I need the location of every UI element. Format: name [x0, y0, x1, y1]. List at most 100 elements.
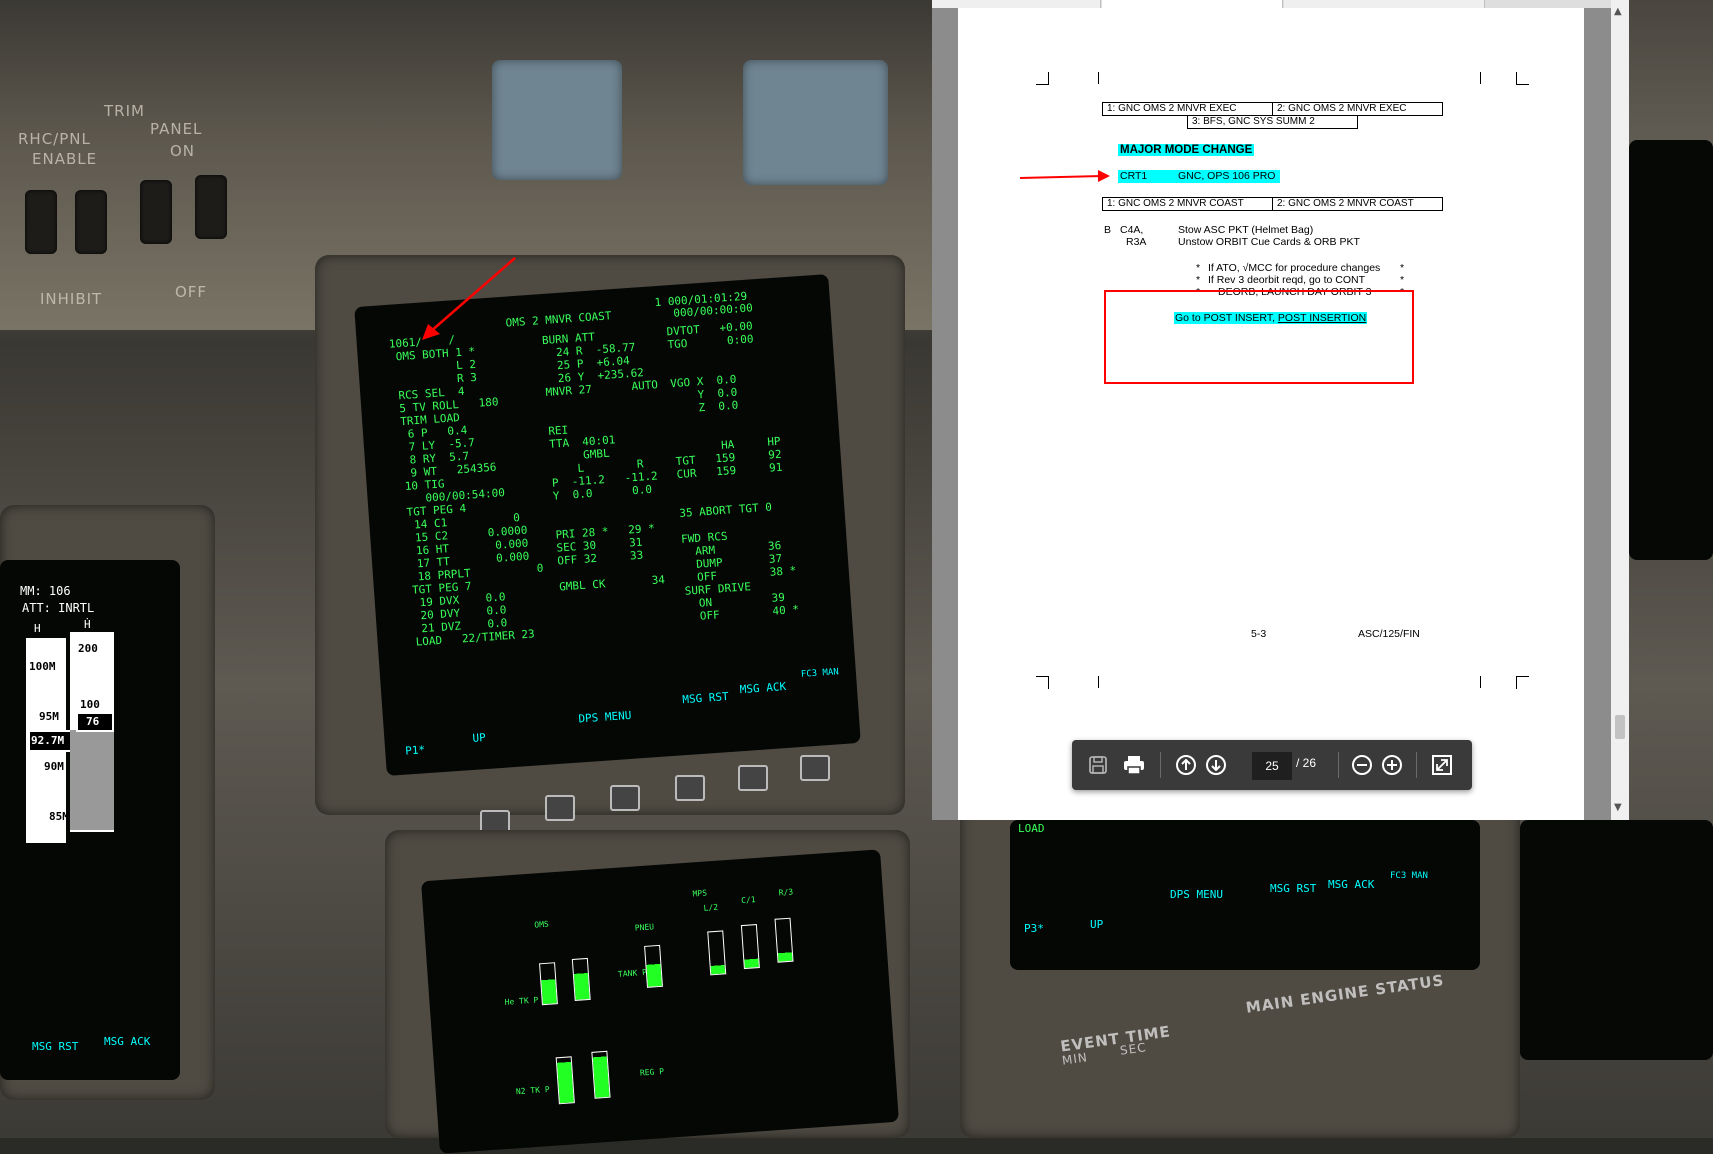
zoom-in-button[interactable]	[1380, 753, 1404, 777]
lower-n2-tk-p: N2 TK P	[515, 1084, 550, 1097]
page-total: / 26	[1296, 756, 1317, 770]
right-msg-rst[interactable]: MSG RST	[1270, 882, 1316, 895]
toolbar-separator-1	[1160, 752, 1161, 778]
crt1-p1: P1*	[404, 743, 426, 758]
page-number-input[interactable]	[1252, 752, 1292, 780]
scroll-up-icon[interactable]: ▲	[1614, 6, 1622, 17]
note-star-left-1: *	[1196, 262, 1201, 274]
zoom-out-button[interactable]	[1350, 753, 1374, 777]
zoom-in-icon	[1382, 755, 1402, 775]
crt1-edge-key-6[interactable]	[800, 755, 830, 781]
vertical-scrollbar[interactable]: ▲ ▼	[1611, 0, 1629, 820]
right-fc3-man[interactable]: FC3 MAN	[1390, 870, 1428, 883]
note-ato: If ATO, √MCC for procedure changes	[1208, 262, 1381, 274]
he-l-gauge	[707, 930, 727, 976]
lower-r3: R/3	[778, 887, 794, 898]
pfd-msg-ack: MSG ACK	[104, 1035, 151, 1048]
pdf-viewer-window: 1: GNC OMS 2 MNVR EXEC 2: GNC OMS 2 MNVR…	[932, 0, 1629, 820]
oms-r-gauge	[571, 957, 591, 1001]
crt1-edge-key-3[interactable]	[610, 785, 640, 811]
crt1-up-key[interactable]: UP	[472, 731, 486, 745]
crop-tick-tr	[1480, 72, 1481, 84]
right-mdu-screen: LOAD DPS MENU MSG RST MSG ACK FC3 MAN P3…	[1010, 820, 1480, 970]
crt1-msg-rst-key[interactable]: MSG RST	[682, 690, 729, 706]
page-reference: 5-3	[1251, 628, 1267, 640]
right-load: LOAD	[1018, 822, 1045, 835]
save-button[interactable]	[1086, 753, 1110, 777]
pfd-h-label: H	[34, 622, 41, 635]
note-star-right-1: *	[1400, 262, 1405, 274]
lower-c1: C/1	[740, 895, 756, 906]
hdot-tape-fill	[70, 730, 114, 830]
pneu-gauge	[644, 944, 663, 988]
panel-r3a: R3A	[1126, 236, 1147, 248]
viewer-tab-3[interactable]	[1284, 0, 1485, 8]
right-edge-lower-screen	[1520, 820, 1713, 1060]
arrow-down-circle-icon	[1206, 755, 1226, 775]
crop-tick-bl	[1098, 676, 1099, 688]
fit-page-button[interactable]	[1430, 753, 1454, 777]
pfd-att: ATT: INRTL	[22, 601, 95, 615]
stow-instruction: Stow ASC PKT (Helmet Bag)	[1178, 224, 1314, 236]
crt1-edge-key-5[interactable]	[738, 765, 768, 791]
toolbar-separator-3	[1416, 752, 1417, 778]
right-p3: P3*	[1024, 922, 1044, 935]
right-msg-ack[interactable]: MSG ACK	[1328, 878, 1374, 891]
pfd-mm: MM: 106	[20, 584, 71, 598]
fit-page-icon	[1432, 755, 1452, 775]
crop-mark-bl	[1036, 676, 1049, 689]
he-r-gauge	[774, 917, 794, 963]
alt-readout: 92.7M	[31, 734, 65, 747]
crt1-edge-key-4[interactable]	[675, 775, 705, 801]
he-c-gauge	[740, 924, 760, 970]
lower-pneu: PNEU	[634, 922, 655, 933]
lower-mps-label: MPS	[692, 888, 708, 899]
previous-page-button[interactable]	[1174, 753, 1198, 777]
document-id: ASC/125/FIN	[1358, 628, 1420, 640]
n2-l-gauge	[555, 1056, 575, 1105]
pfd-screen: MM: 106 ATT: INRTL H Ḣ 100M 95M 92.7M 90…	[0, 560, 180, 1080]
crop-mark-tr	[1516, 72, 1529, 85]
oms-l-gauge	[539, 962, 558, 1006]
next-page-button[interactable]	[1204, 753, 1228, 777]
note-rev3: If Rev 3 deorbit reqd, go to CONT	[1208, 274, 1365, 286]
save-icon	[1089, 756, 1107, 774]
right-dps-menu[interactable]: DPS MENU	[1170, 888, 1223, 901]
scroll-down-icon[interactable]: ▼	[1614, 802, 1622, 813]
crt1-fc3-man-key[interactable]: FC3 MAN	[801, 666, 840, 682]
step-b-label: B	[1104, 224, 1112, 236]
pfd-msg-rst: MSG RST	[32, 1040, 79, 1053]
arrow-up-circle-icon	[1176, 755, 1196, 775]
page-annotation-arrow	[1019, 170, 1110, 182]
right-edge-screen	[1629, 140, 1713, 560]
n2-r-gauge	[591, 1050, 611, 1099]
lower-tank-p: TANK P	[617, 967, 648, 979]
hdot-100: 100	[80, 698, 100, 711]
hdot-200: 200	[78, 642, 98, 655]
crt1-edge-key-2[interactable]	[545, 795, 575, 821]
zoom-out-icon	[1352, 755, 1372, 775]
lower-l2: L/2	[703, 902, 719, 913]
box-gnc-oms2-exec-2: 2: GNC OMS 2 MNVR EXEC	[1272, 102, 1443, 116]
box-gnc-oms2-coast-2: 2: GNC OMS 2 MNVR COAST	[1272, 197, 1443, 211]
alt-100m: 100M	[29, 660, 56, 673]
crt1-msg-ack-key[interactable]: MSG ACK	[739, 680, 786, 696]
right-up[interactable]: UP	[1090, 918, 1103, 931]
lower-oms-label: OMS	[534, 919, 550, 930]
alt-90m: 90M	[44, 760, 64, 773]
crt1-dps-menu-key[interactable]: DPS MENU	[578, 709, 632, 726]
sim-annotation-arrow	[422, 257, 516, 340]
crop-tick-br	[1480, 676, 1481, 688]
crop-mark-br	[1516, 676, 1529, 689]
note-star-left-2: *	[1196, 274, 1201, 286]
alt-85m: 85M	[49, 810, 69, 823]
print-button[interactable]	[1122, 753, 1146, 777]
lower-he-tk-p: He TK P	[504, 995, 539, 1007]
hdot-readout: 76	[86, 715, 100, 728]
lower-reg-p: REG P	[639, 1066, 665, 1078]
lower-mdu-screen: OMS MPS He TK P N2 TK P PNEU TANK P REG …	[421, 849, 899, 1154]
toolbar-separator-2	[1338, 752, 1339, 778]
scroll-thumb[interactable]	[1615, 715, 1625, 739]
panel-c4a: C4A,	[1120, 224, 1144, 236]
pdf-toolbar: / 26	[1072, 740, 1472, 790]
